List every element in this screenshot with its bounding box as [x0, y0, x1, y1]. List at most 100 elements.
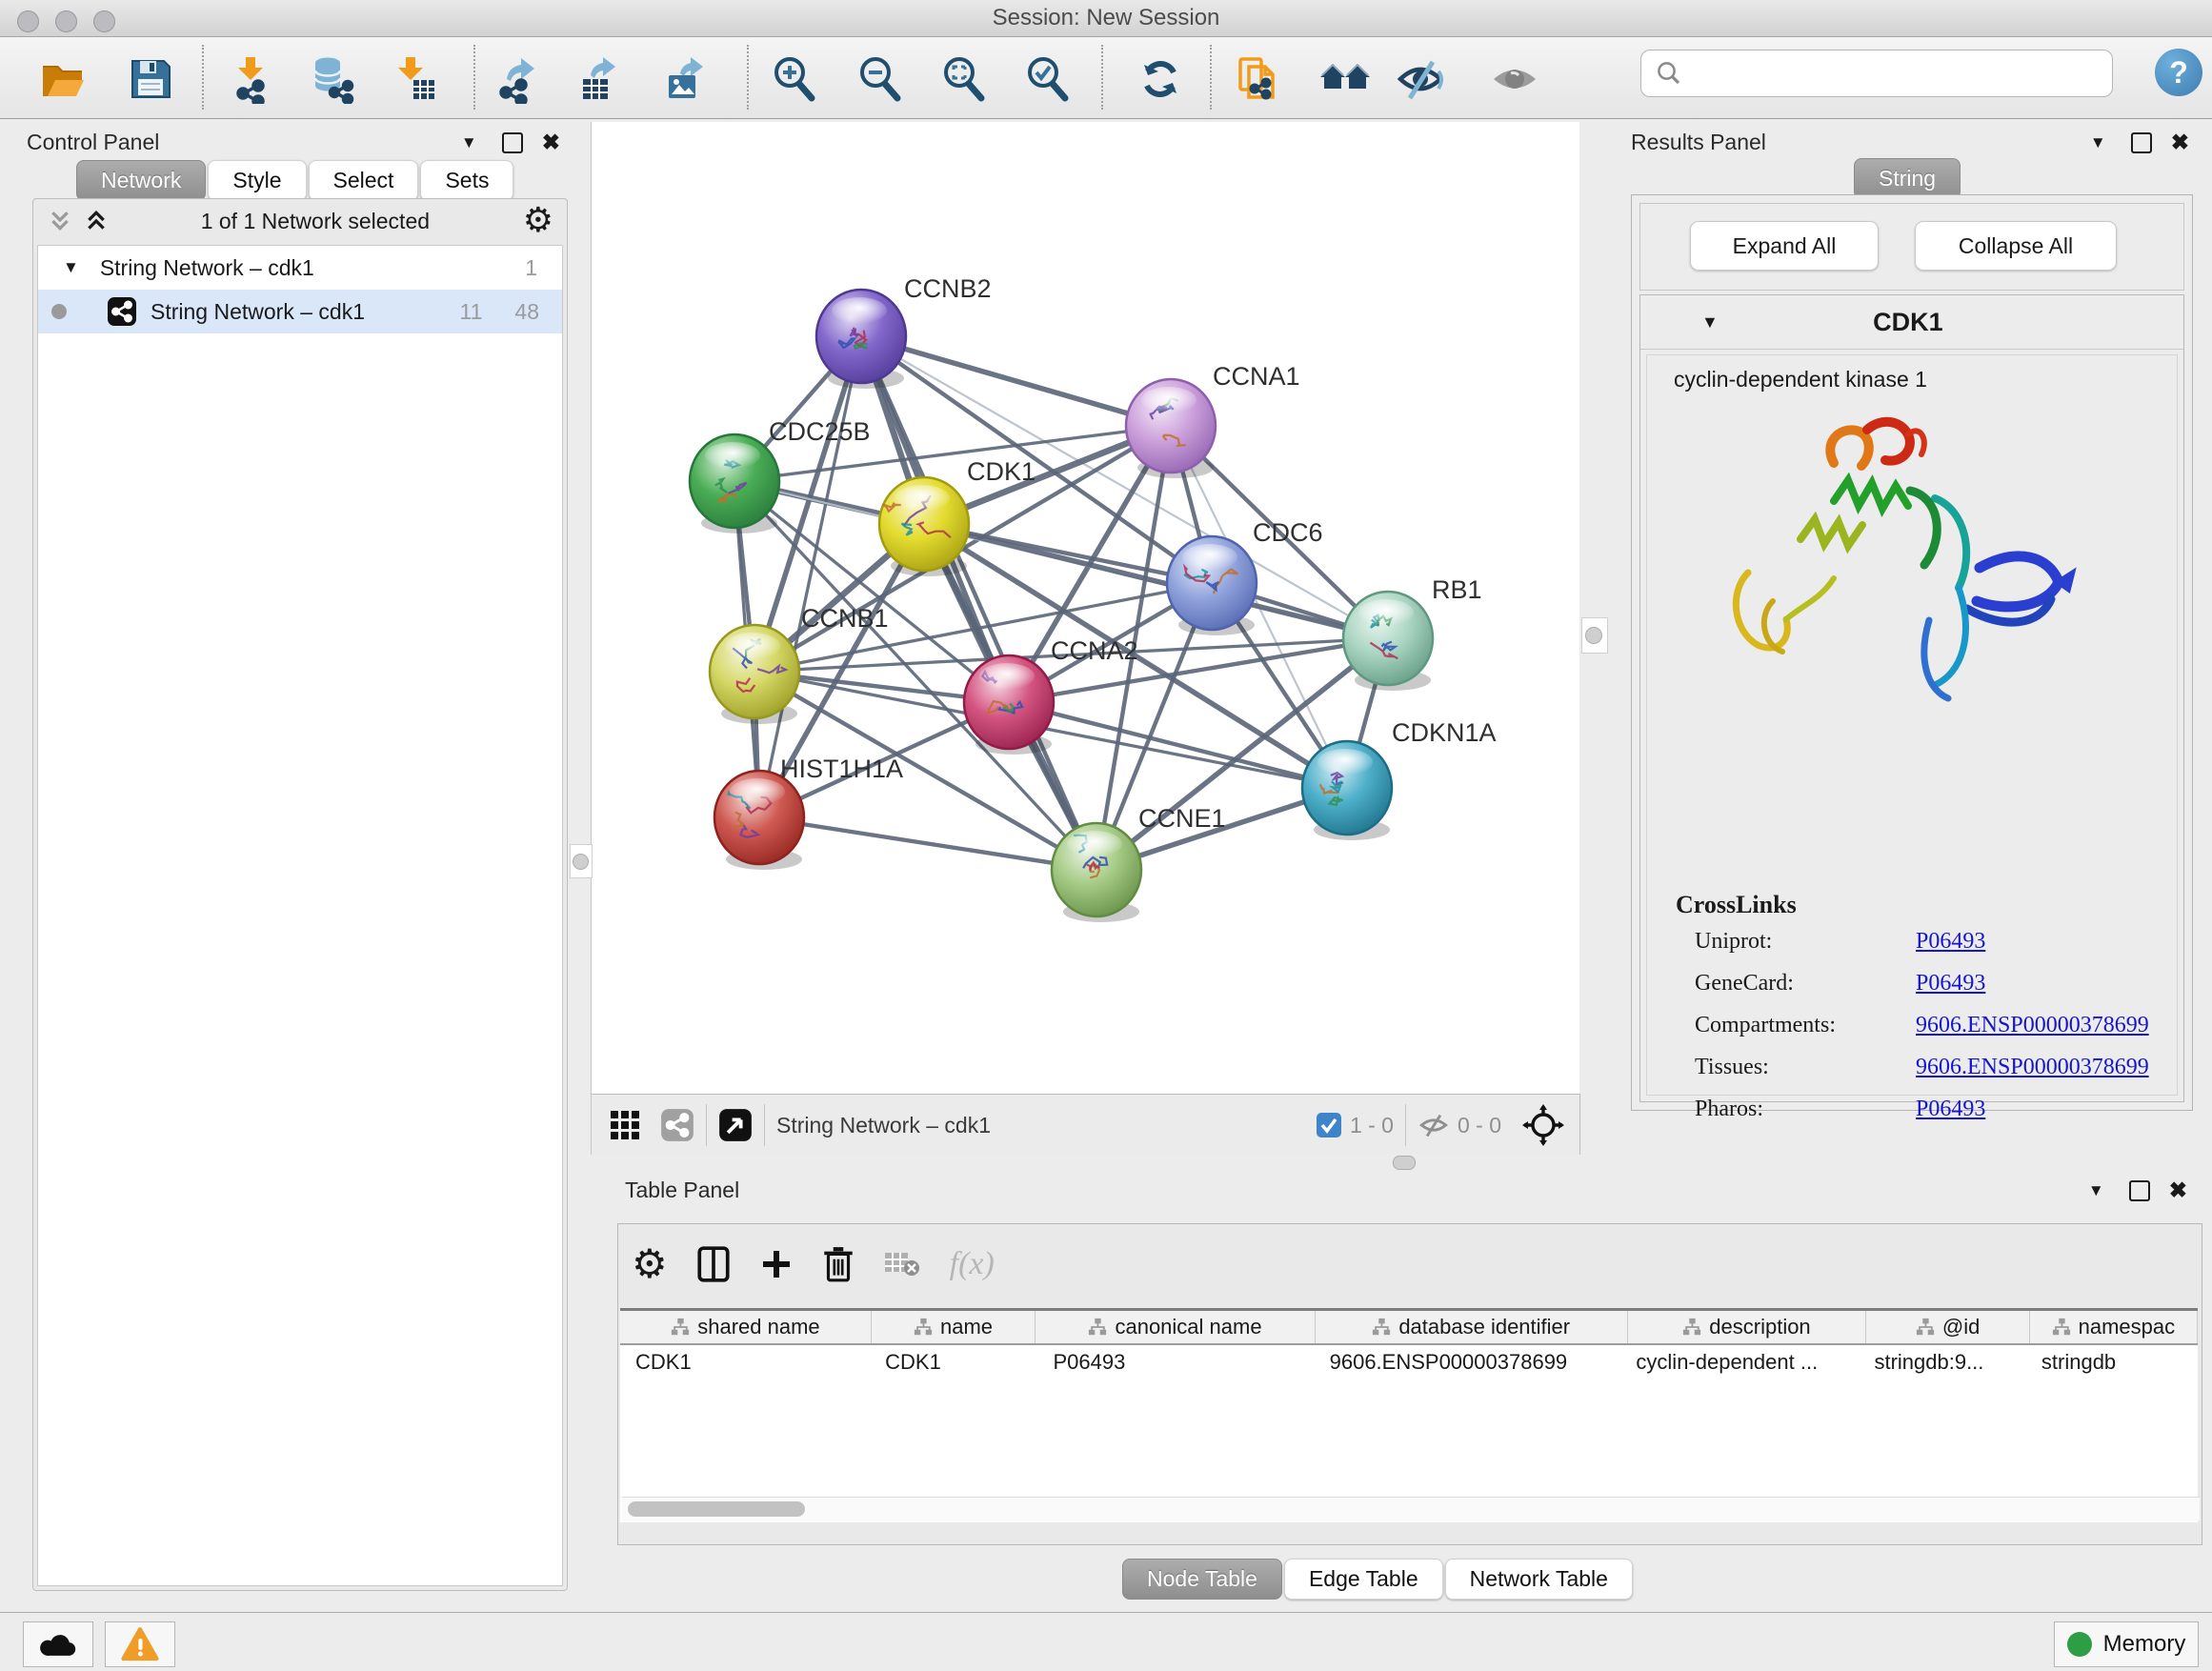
show-eye-icon[interactable] [1488, 52, 1541, 106]
network-view-share-icon[interactable] [660, 1108, 694, 1142]
import-table-file-icon[interactable] [389, 52, 442, 106]
export-image-icon[interactable] [659, 52, 713, 106]
entry-header[interactable]: ▼ CDK1 [1640, 295, 2183, 350]
memory-button[interactable]: Memory [2054, 1621, 2199, 1667]
panel-float-icon[interactable] [2131, 132, 2152, 153]
network-node-RB1[interactable] [1343, 592, 1433, 691]
tab-network-table[interactable]: Network Table [1445, 1559, 1633, 1600]
column-header-shared-name[interactable]: shared name [620, 1311, 872, 1343]
right-splitter-handle[interactable] [1585, 627, 1602, 644]
table-horizontal-scrollbar[interactable] [622, 1497, 2200, 1520]
column-header-description[interactable]: description [1628, 1311, 1867, 1343]
table-cell[interactable]: stringdb:9... [1859, 1345, 2025, 1379]
birds-eye-view-icon[interactable] [718, 1108, 753, 1142]
tab-style[interactable]: Style [208, 160, 306, 201]
collapse-all-chevron-icon[interactable] [49, 211, 71, 232]
network-node-HIST1H1A[interactable] [714, 771, 804, 870]
table-cell[interactable]: P06493 [1038, 1345, 1315, 1379]
collapse-all-button[interactable]: Collapse All [1915, 221, 2117, 271]
hidden-eye-icon[interactable] [1418, 1111, 1450, 1139]
network-edge-CCNB2-CCNA1[interactable] [861, 336, 1171, 426]
selected-checkbox-icon[interactable] [1316, 1112, 1342, 1138]
network-edge-HIST1H1A-CCNE1[interactable] [759, 817, 1096, 870]
panel-close-icon[interactable]: ✖ [2171, 131, 2189, 153]
tab-node-table[interactable]: Node Table [1122, 1559, 1282, 1600]
save-session-icon[interactable] [124, 52, 177, 106]
column-header-database-identifier[interactable]: database identifier [1316, 1311, 1628, 1343]
export-network-icon[interactable] [492, 52, 545, 106]
crosslink-value-link[interactable]: P06493 [1916, 971, 1985, 997]
cloud-button[interactable] [23, 1621, 93, 1667]
zoom-in-icon[interactable] [768, 52, 821, 106]
hide-selected-eye-icon[interactable] [1395, 52, 1448, 106]
network-node-CDC6[interactable] [1167, 536, 1257, 635]
crosslink-value-link[interactable]: 9606.ENSP00000378699 [1916, 1055, 2149, 1080]
zoom-selected-icon[interactable] [1021, 52, 1075, 106]
network-node-CDK1[interactable] [879, 477, 969, 576]
network-node-CCNE1[interactable] [1052, 823, 1141, 922]
network-collection-row[interactable]: ▼ String Network – cdk1 1 [38, 246, 562, 290]
panel-float-icon[interactable] [502, 132, 523, 153]
table-cell[interactable]: 9606.ENSP00000378699 [1315, 1345, 1621, 1379]
grid-view-icon[interactable] [609, 1109, 641, 1141]
table-cell[interactable]: CDK1 [870, 1345, 1037, 1379]
delete-column-trash-icon[interactable] [822, 1245, 855, 1283]
network-node-CDC25B[interactable] [690, 434, 779, 534]
show-columns-icon[interactable] [696, 1245, 731, 1283]
network-edge-CCNB2-CCNE1[interactable] [861, 336, 1096, 870]
refresh-icon[interactable] [1134, 52, 1187, 106]
scrollbar-thumb[interactable] [628, 1501, 805, 1517]
network-edge-CCNB2-HIST1H1A[interactable] [759, 336, 861, 817]
help-button[interactable]: ? [2155, 49, 2202, 96]
zoom-fit-icon[interactable] [937, 52, 991, 106]
column-header-namespac[interactable]: namespac [2030, 1311, 2198, 1343]
table-cell[interactable]: stringdb [2026, 1345, 2198, 1379]
crosslink-value-link[interactable]: P06493 [1916, 929, 1985, 955]
table-cell[interactable]: CDK1 [620, 1345, 870, 1379]
network-row-selected[interactable]: String Network – cdk1 11 48 [38, 290, 562, 333]
network-canvas[interactable]: CCNB2CCNA1CDC25BCDK1CDC6RB1CCNB1CCNA2CDK… [591, 122, 1580, 1094]
column-header-name[interactable]: name [872, 1311, 1036, 1343]
expand-all-chevron-icon[interactable] [85, 211, 108, 232]
network-options-gear-icon[interactable]: ⚙ [523, 204, 553, 238]
center-crosshair-icon[interactable] [1522, 1104, 1564, 1146]
tab-edge-table[interactable]: Edge Table [1284, 1559, 1443, 1600]
show-all-networks-icon[interactable] [1318, 52, 1372, 106]
tree-expand-icon[interactable]: ▼ [63, 258, 79, 277]
panel-close-icon[interactable]: ✖ [2169, 1179, 2187, 1201]
entry-expand-icon[interactable]: ▼ [1701, 312, 1719, 332]
expand-all-button[interactable]: Expand All [1690, 221, 1879, 271]
copy-style-icon[interactable] [1231, 52, 1284, 106]
table-row[interactable]: CDK1CDK1P064939606.ENSP00000378699cyclin… [620, 1345, 2198, 1379]
tab-sets[interactable]: Sets [420, 160, 513, 201]
panel-collapse-icon[interactable]: ▼ [461, 133, 477, 152]
network-node-CCNA2[interactable] [964, 655, 1054, 755]
import-network-database-icon[interactable] [305, 52, 358, 106]
column-header-canonical-name[interactable]: canonical name [1036, 1311, 1316, 1343]
left-splitter-handle[interactable] [573, 854, 589, 870]
network-node-CDKN1A[interactable] [1302, 741, 1392, 840]
tab-select[interactable]: Select [309, 160, 419, 201]
panel-collapse-icon[interactable]: ▼ [2088, 1181, 2104, 1200]
network-edge-CCNA2-CDKN1A[interactable] [1009, 702, 1347, 788]
warning-button[interactable] [105, 1621, 175, 1667]
column-header--id[interactable]: @id [1866, 1311, 2029, 1343]
table-settings-gear-icon[interactable]: ⚙ [632, 1244, 668, 1284]
open-file-icon[interactable] [36, 52, 90, 106]
table-cell[interactable]: cyclin-dependent ... [1620, 1345, 1859, 1379]
network-graph[interactable]: CCNB2CCNA1CDC25BCDK1CDC6RB1CCNB1CCNA2CDK… [592, 122, 1579, 1094]
export-table-icon[interactable] [572, 52, 625, 106]
search-input[interactable] [1691, 60, 2112, 87]
delete-table-icon[interactable] [883, 1249, 921, 1279]
panel-close-icon[interactable]: ✖ [542, 131, 560, 153]
bottom-splitter-handle[interactable] [1393, 1156, 1416, 1170]
crosslink-value-link[interactable]: P06493 [1916, 1097, 1985, 1122]
zoom-out-icon[interactable] [854, 52, 907, 106]
panel-float-icon[interactable] [2129, 1180, 2150, 1201]
panel-collapse-icon[interactable]: ▼ [2090, 133, 2106, 152]
import-network-file-icon[interactable] [225, 52, 278, 106]
add-column-icon[interactable] [759, 1247, 794, 1281]
crosslink-value-link[interactable]: 9606.ENSP00000378699 [1916, 1013, 2149, 1038]
network-node-CCNA1[interactable] [1126, 379, 1216, 478]
network-node-CCNB1[interactable] [710, 625, 799, 724]
